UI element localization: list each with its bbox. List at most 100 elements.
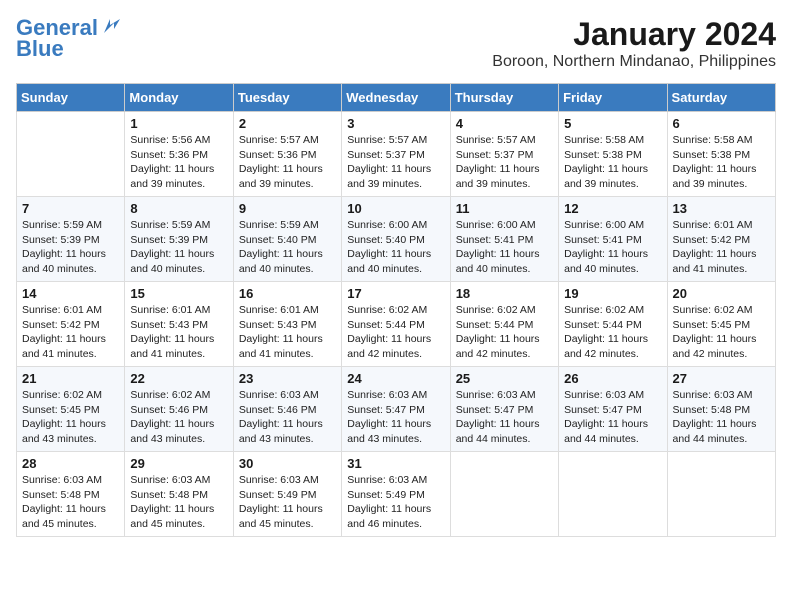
day-number: 22 — [130, 371, 227, 386]
calendar-cell: 27Sunrise: 6:03 AMSunset: 5:48 PMDayligh… — [667, 367, 775, 452]
day-number: 15 — [130, 286, 227, 301]
calendar-cell: 5 Sunrise: 5:58 AMSunset: 5:38 PMDaylight… — [559, 112, 667, 197]
day-number: 12 — [564, 201, 661, 216]
day-info: Sunrise: 6:00 AMSunset: 5:40 PMDaylight:… — [347, 218, 444, 277]
calendar-cell: 30 Sunrise: 6:03 AMSunset: 5:49 PMDayligh… — [233, 452, 341, 537]
calendar-cell: 17 Sunrise: 6:02 AMSunset: 5:44 PMDayligh… — [342, 282, 450, 367]
day-info: Sunrise: 6:02 AMSunset: 5:44 PMDaylight:… — [347, 303, 444, 362]
day-number: 23 — [239, 371, 336, 386]
calendar-cell: 11 Sunrise: 6:00 AMSunset: 5:41 PMDayligh… — [450, 197, 558, 282]
calendar-cell: 25 Sunrise: 6:03 AMSunset: 5:47 PMDayligh… — [450, 367, 558, 452]
calendar-cell: 14Sunrise: 6:01 AMSunset: 5:42 PMDayligh… — [17, 282, 125, 367]
calendar-cell: 20Sunrise: 6:02 AMSunset: 5:45 PMDayligh… — [667, 282, 775, 367]
day-number: 21 — [22, 371, 119, 386]
calendar-cell: 6 Sunrise: 5:58 AMSunset: 5:38 PMDaylight… — [667, 112, 775, 197]
day-number: 28 — [22, 456, 119, 471]
calendar-week-3: 14Sunrise: 6:01 AMSunset: 5:42 PMDayligh… — [17, 282, 776, 367]
calendar-cell: 15 Sunrise: 6:01 AMSunset: 5:43 PMDayligh… — [125, 282, 233, 367]
day-header-tuesday: Tuesday — [233, 84, 341, 112]
calendar-cell: 10Sunrise: 6:00 AMSunset: 5:40 PMDayligh… — [342, 197, 450, 282]
calendar-cell: 1 Sunrise: 5:56 AMSunset: 5:36 PMDaylight… — [125, 112, 233, 197]
calendar-cell — [667, 452, 775, 537]
day-info: Sunrise: 5:57 AMSunset: 5:36 PMDaylight:… — [239, 133, 336, 192]
day-info: Sunrise: 6:03 AMSunset: 5:48 PMDaylight:… — [22, 473, 119, 532]
calendar-cell: 18Sunrise: 6:02 AMSunset: 5:44 PMDayligh… — [450, 282, 558, 367]
title-block: January 2024 Boroon, Northern Mindanao, … — [492, 16, 776, 71]
day-header-saturday: Saturday — [667, 84, 775, 112]
day-info: Sunrise: 6:02 AMSunset: 5:46 PMDaylight:… — [130, 388, 227, 447]
day-info: Sunrise: 6:00 AMSunset: 5:41 PMDaylight:… — [456, 218, 553, 277]
calendar-cell: 7Sunrise: 5:59 AMSunset: 5:39 PMDaylight… — [17, 197, 125, 282]
calendar-cell: 12 Sunrise: 6:00 AMSunset: 5:41 PMDayligh… — [559, 197, 667, 282]
calendar-cell: 4 Sunrise: 5:57 AMSunset: 5:37 PMDaylight… — [450, 112, 558, 197]
calendar-cell: 3 Sunrise: 5:57 AMSunset: 5:37 PMDaylight… — [342, 112, 450, 197]
calendar-cell: 19 Sunrise: 6:02 AMSunset: 5:44 PMDayligh… — [559, 282, 667, 367]
day-number: 13 — [673, 201, 770, 216]
calendar-cell — [450, 452, 558, 537]
header-row: SundayMondayTuesdayWednesdayThursdayFrid… — [17, 84, 776, 112]
day-number: 27 — [673, 371, 770, 386]
day-info: Sunrise: 5:58 AMSunset: 5:38 PMDaylight:… — [673, 133, 770, 192]
calendar-cell: 26 Sunrise: 6:03 AMSunset: 5:47 PMDayligh… — [559, 367, 667, 452]
calendar-cell: 31Sunrise: 6:03 AMSunset: 5:49 PMDayligh… — [342, 452, 450, 537]
day-info: Sunrise: 5:57 AMSunset: 5:37 PMDaylight:… — [456, 133, 553, 192]
day-info: Sunrise: 5:58 AMSunset: 5:38 PMDaylight:… — [564, 133, 661, 192]
calendar-cell: 9Sunrise: 5:59 AMSunset: 5:40 PMDaylight… — [233, 197, 341, 282]
day-info: Sunrise: 5:59 AMSunset: 5:39 PMDaylight:… — [130, 218, 227, 277]
day-header-wednesday: Wednesday — [342, 84, 450, 112]
day-info: Sunrise: 6:00 AMSunset: 5:41 PMDaylight:… — [564, 218, 661, 277]
logo: General Blue — [16, 16, 122, 60]
calendar-cell — [559, 452, 667, 537]
day-number: 31 — [347, 456, 444, 471]
day-number: 30 — [239, 456, 336, 471]
day-info: Sunrise: 6:03 AMSunset: 5:49 PMDaylight:… — [239, 473, 336, 532]
day-info: Sunrise: 6:02 AMSunset: 5:45 PMDaylight:… — [22, 388, 119, 447]
day-info: Sunrise: 6:03 AMSunset: 5:48 PMDaylight:… — [130, 473, 227, 532]
day-number: 17 — [347, 286, 444, 301]
day-info: Sunrise: 6:01 AMSunset: 5:43 PMDaylight:… — [239, 303, 336, 362]
day-number: 6 — [673, 116, 770, 131]
calendar-table: SundayMondayTuesdayWednesdayThursdayFrid… — [16, 83, 776, 537]
location-subtitle: Boroon, Northern Mindanao, Philippines — [492, 53, 776, 71]
day-number: 5 — [564, 116, 661, 131]
calendar-cell: 16 Sunrise: 6:01 AMSunset: 5:43 PMDayligh… — [233, 282, 341, 367]
day-number: 1 — [130, 116, 227, 131]
day-number: 24 — [347, 371, 444, 386]
day-number: 26 — [564, 371, 661, 386]
day-number: 2 — [239, 116, 336, 131]
day-number: 8 — [130, 201, 227, 216]
logo-icon — [100, 15, 122, 37]
day-info: Sunrise: 6:02 AMSunset: 5:44 PMDaylight:… — [456, 303, 553, 362]
day-number: 25 — [456, 371, 553, 386]
calendar-cell: 28 Sunrise: 6:03 AMSunset: 5:48 PMDayligh… — [17, 452, 125, 537]
calendar-week-5: 28 Sunrise: 6:03 AMSunset: 5:48 PMDayligh… — [17, 452, 776, 537]
calendar-cell: 8 Sunrise: 5:59 AMSunset: 5:39 PMDaylight… — [125, 197, 233, 282]
day-header-monday: Monday — [125, 84, 233, 112]
day-header-friday: Friday — [559, 84, 667, 112]
day-number: 14 — [22, 286, 119, 301]
logo-line2: Blue — [16, 38, 122, 60]
day-number: 16 — [239, 286, 336, 301]
day-info: Sunrise: 6:03 AMSunset: 5:47 PMDaylight:… — [456, 388, 553, 447]
day-info: Sunrise: 6:02 AMSunset: 5:45 PMDaylight:… — [673, 303, 770, 362]
day-number: 9 — [239, 201, 336, 216]
calendar-week-2: 7 Sunrise: 5:59 AMSunset: 5:39 PMDaylight… — [17, 197, 776, 282]
day-info: Sunrise: 6:03 AMSunset: 5:47 PMDaylight:… — [564, 388, 661, 447]
calendar-cell: 24Sunrise: 6:03 AMSunset: 5:47 PMDayligh… — [342, 367, 450, 452]
day-info: Sunrise: 5:56 AMSunset: 5:36 PMDaylight:… — [130, 133, 227, 192]
day-number: 3 — [347, 116, 444, 131]
day-header-sunday: Sunday — [17, 84, 125, 112]
day-info: Sunrise: 6:01 AMSunset: 5:42 PMDaylight:… — [673, 218, 770, 277]
day-info: Sunrise: 6:02 AMSunset: 5:44 PMDaylight:… — [564, 303, 661, 362]
day-number: 11 — [456, 201, 553, 216]
day-info: Sunrise: 6:01 AMSunset: 5:43 PMDaylight:… — [130, 303, 227, 362]
day-number: 4 — [456, 116, 553, 131]
calendar-cell: 13 Sunrise: 6:01 AMSunset: 5:42 PMDayligh… — [667, 197, 775, 282]
day-number: 7 — [22, 201, 119, 216]
calendar-week-4: 21 Sunrise: 6:02 AMSunset: 5:45 PMDayligh… — [17, 367, 776, 452]
day-number: 19 — [564, 286, 661, 301]
page-container: General Blue January 2024 Boroon, Northe… — [16, 16, 776, 537]
calendar-cell: 22 Sunrise: 6:02 AMSunset: 5:46 PMDayligh… — [125, 367, 233, 452]
calendar-cell: 23Sunrise: 6:03 AMSunset: 5:46 PMDayligh… — [233, 367, 341, 452]
day-info: Sunrise: 5:57 AMSunset: 5:37 PMDaylight:… — [347, 133, 444, 192]
